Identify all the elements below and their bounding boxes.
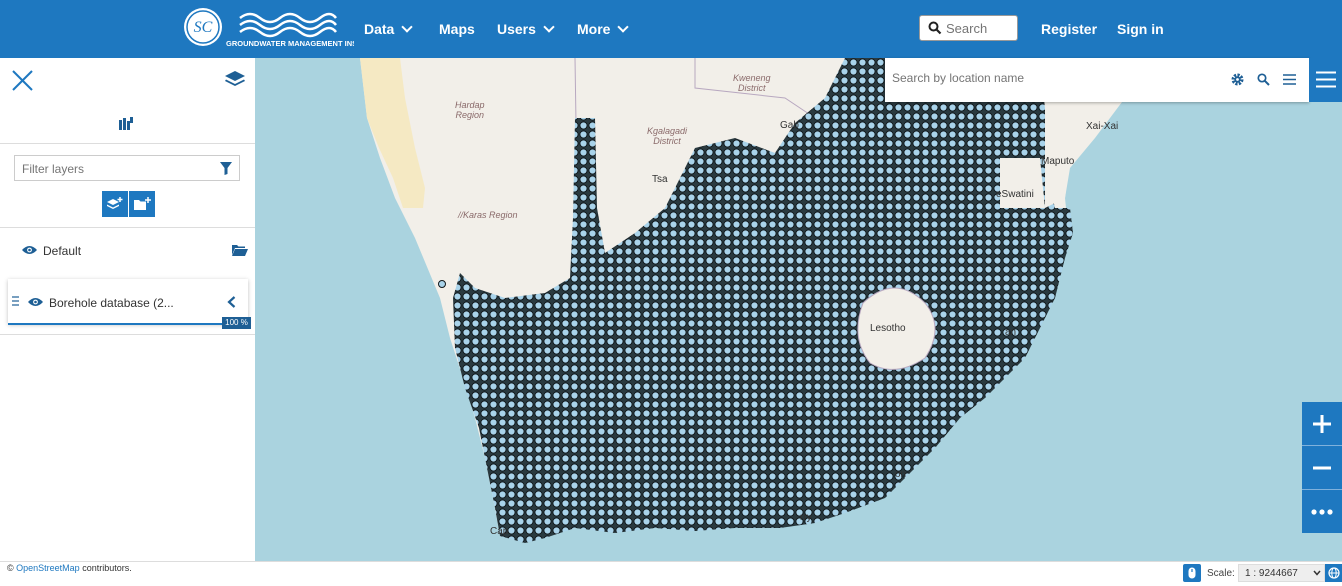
layer-item-borehole[interactable]: Borehole database (2... 100 % <box>8 279 251 329</box>
chevron-down-icon <box>617 21 630 33</box>
layer-name: Borehole database (2... <box>49 296 174 310</box>
header-search-box[interactable] <box>919 15 1018 41</box>
add-layer-button[interactable] <box>102 191 128 217</box>
layers-icon[interactable] <box>224 70 246 90</box>
add-group-button[interactable] <box>129 191 155 217</box>
copyright-symbol: © <box>7 563 14 573</box>
map-label-xai-xai: Xai-Xai <box>1086 121 1119 132</box>
filter-layers-box[interactable] <box>14 155 240 181</box>
filter-icon[interactable] <box>220 162 232 175</box>
nav-users[interactable]: Users <box>497 0 555 58</box>
nav-maps-label: Maps <box>439 21 475 37</box>
chevron-left-icon[interactable] <box>227 296 236 308</box>
mouse-icon <box>1188 567 1196 579</box>
map-canvas[interactable]: Hardap Region Kweneng District Kgalagadi Di… <box>255 58 1342 561</box>
map-label-eswatini: eSwatini <box>996 189 1034 200</box>
add-folder-icon <box>133 197 151 210</box>
location-search-panel <box>885 58 1309 102</box>
scale-label: Scale: <box>1207 568 1235 579</box>
map-label-hardap: Hardap Region <box>455 100 485 120</box>
nav-data[interactable]: Data <box>364 0 414 58</box>
location-search-input[interactable] <box>892 71 1212 85</box>
map-label-lesotho: Lesotho <box>870 323 906 334</box>
basemap <box>360 58 1155 543</box>
search-icon[interactable] <box>928 21 942 35</box>
layers-sidebar: Default Borehole database (2... 100 % <box>0 58 256 561</box>
scale-select[interactable]: 1 : 9244667 <box>1238 564 1325 582</box>
zoom-in-button[interactable] <box>1302 402 1342 446</box>
map-label-an: an <box>1005 327 1017 338</box>
map-label-karas: //Karas Region <box>458 210 518 220</box>
gear-icon[interactable] <box>1231 73 1244 86</box>
mouse-position-button[interactable] <box>1183 564 1201 582</box>
filter-layers-input[interactable] <box>22 162 202 176</box>
opacity-slider[interactable] <box>8 323 222 325</box>
divider <box>0 227 255 228</box>
divider <box>0 334 255 335</box>
gmi-logo[interactable]: SC GROUNDWATER MANAGEMENT INSTITUTE <box>182 6 354 50</box>
ellipsis-icon <box>1311 508 1333 515</box>
nav-more-label: More <box>577 21 611 37</box>
nav-data-label: Data <box>364 21 395 37</box>
map-label-maputo: Maputo <box>1041 156 1075 167</box>
svg-text:GROUNDWATER MANAGEMENT INSTITU: GROUNDWATER MANAGEMENT INSTITUTE <box>226 39 354 48</box>
globe-icon <box>1327 567 1340 579</box>
register-link[interactable]: Register <box>1041 0 1097 58</box>
map-footer: © OpenStreetMap contributors. Scale: 1 :… <box>0 561 1342 586</box>
header-search-input[interactable] <box>946 20 1008 36</box>
drag-handle-icon[interactable] <box>12 296 19 306</box>
main-menu-button[interactable] <box>1309 58 1342 102</box>
top-navbar: SC GROUNDWATER MANAGEMENT INSTITUTE Data… <box>0 0 1342 58</box>
map-label-tsa: Tsa <box>652 174 668 185</box>
scale-value: 1 : 9244667 <box>1245 568 1298 579</box>
eye-icon[interactable] <box>28 297 43 307</box>
map-label-on: on <box>895 469 907 480</box>
map-label-cap: Cap <box>490 526 509 537</box>
map-catalog-icon[interactable] <box>119 117 133 130</box>
nav-maps[interactable]: Maps <box>439 0 475 58</box>
attribution-text: contributors. <box>79 563 132 573</box>
close-icon[interactable] <box>12 70 33 91</box>
crs-button[interactable] <box>1325 564 1342 582</box>
plus-icon <box>1313 414 1331 433</box>
chevron-down-icon <box>1313 570 1321 576</box>
minus-icon <box>1313 466 1331 469</box>
eye-icon[interactable] <box>22 245 37 255</box>
group-name: Default <box>43 244 82 258</box>
svg-text:SC: SC <box>194 19 213 36</box>
chevron-down-icon <box>543 21 555 33</box>
add-layer-icon <box>107 197 123 209</box>
signin-link[interactable]: Sign in <box>1117 0 1164 58</box>
attribution: © OpenStreetMap contributors. <box>7 563 132 573</box>
divider <box>0 143 255 144</box>
nav-more[interactable]: More <box>577 0 630 58</box>
map-label-kgalagadi: Kgalagadi District <box>647 126 688 146</box>
opacity-value[interactable]: 100 % <box>222 317 251 329</box>
osm-link[interactable]: OpenStreetMap <box>16 563 80 573</box>
zoom-out-button[interactable] <box>1302 446 1342 490</box>
chevron-down-icon <box>401 21 414 33</box>
menu-icon[interactable] <box>1283 74 1296 85</box>
map-label-rry: rry <box>800 512 812 523</box>
more-tools-button[interactable] <box>1302 490 1342 533</box>
map-label-kweneng: Kweneng District <box>733 73 771 93</box>
folder-open-icon[interactable] <box>232 244 248 256</box>
hamburger-icon <box>1316 71 1336 88</box>
layer-group-default[interactable]: Default <box>0 238 255 262</box>
nav-users-label: Users <box>497 21 536 37</box>
map-label-gab: Gab <box>780 120 799 131</box>
search-icon[interactable] <box>1257 73 1270 86</box>
